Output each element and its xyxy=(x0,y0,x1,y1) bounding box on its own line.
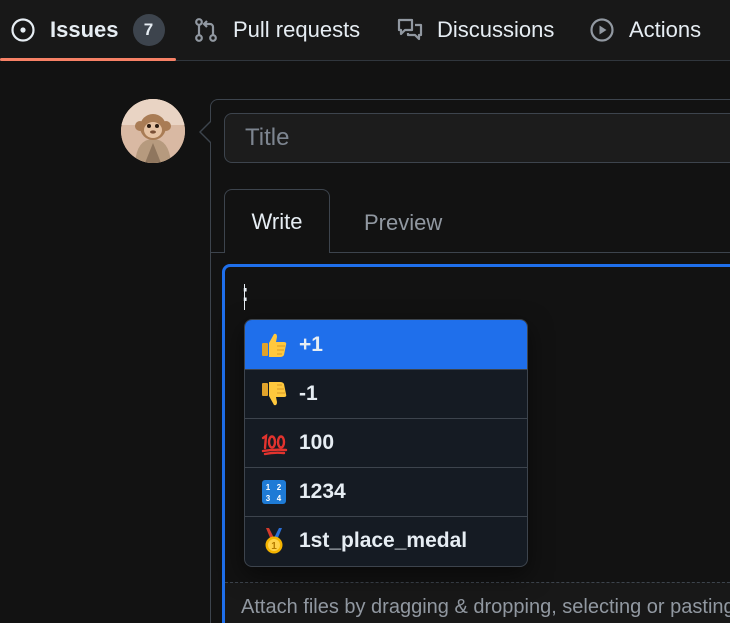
svg-text:2: 2 xyxy=(277,483,282,492)
emoji-option-label: 100 xyxy=(299,431,335,454)
emoji-option-label: 1234 xyxy=(299,480,346,503)
emoji-option-label: +1 xyxy=(299,332,323,356)
form-pointer-inner xyxy=(201,122,211,142)
emoji-option-label: 1st_place_medal xyxy=(299,529,468,552)
hundred-points-icon xyxy=(259,428,289,458)
svg-text:3: 3 xyxy=(266,494,271,503)
svg-text:1: 1 xyxy=(271,541,277,552)
repo-nav: Issues 7 Pull requests Discussions Actio… xyxy=(0,0,730,61)
svg-text:1: 1 xyxy=(266,483,271,492)
tab-preview[interactable]: Preview xyxy=(364,208,442,238)
tab-actions[interactable]: Actions xyxy=(589,0,701,60)
thumbs-up-icon xyxy=(259,330,289,360)
emoji-option-1st-place-medal[interactable]: 1 1st_place_medal xyxy=(245,516,527,565)
issue-title-input[interactable] xyxy=(224,113,730,163)
tab-pull-requests[interactable]: Pull requests xyxy=(193,0,360,60)
comment-discussion-icon xyxy=(397,17,423,43)
emoji-suggestions: +1 -1 100 1 2 3 4 1234 1 1st_place_medal xyxy=(244,319,528,567)
tab-write[interactable]: Write xyxy=(224,189,330,253)
tab-issues[interactable]: Issues 7 xyxy=(0,0,176,61)
emoji-option-plus1[interactable]: +1 xyxy=(245,320,527,369)
git-pull-request-icon xyxy=(193,17,219,43)
issue-opened-icon xyxy=(10,17,36,43)
emoji-option-1234[interactable]: 1 2 3 4 1234 xyxy=(245,467,527,516)
editor-text: : xyxy=(238,282,253,309)
new-issue-page: Issues 7 Pull requests Discussions Actio… xyxy=(0,0,730,623)
text-cursor xyxy=(244,284,245,310)
user-avatar[interactable] xyxy=(121,99,185,163)
thumbs-down-icon xyxy=(259,379,289,409)
tab-discussions[interactable]: Discussions xyxy=(397,0,554,60)
first-place-medal-icon: 1 xyxy=(259,526,289,556)
input-numbers-icon: 1 2 3 4 xyxy=(259,477,289,507)
issues-count-badge: 7 xyxy=(132,14,165,46)
emoji-option-100[interactable]: 100 xyxy=(245,418,527,467)
tab-pull-requests-label: Pull requests xyxy=(233,17,361,42)
emoji-option-label: -1 xyxy=(299,382,318,405)
svg-text:4: 4 xyxy=(277,494,282,503)
tab-actions-label: Actions xyxy=(629,17,702,42)
play-icon xyxy=(589,17,615,43)
attach-files-bar[interactable]: Attach files by dragging & dropping, sel… xyxy=(225,582,730,623)
tab-issues-label: Issues xyxy=(50,17,119,42)
emoji-option-minus1[interactable]: -1 xyxy=(245,369,527,418)
tab-discussions-label: Discussions xyxy=(437,17,555,42)
